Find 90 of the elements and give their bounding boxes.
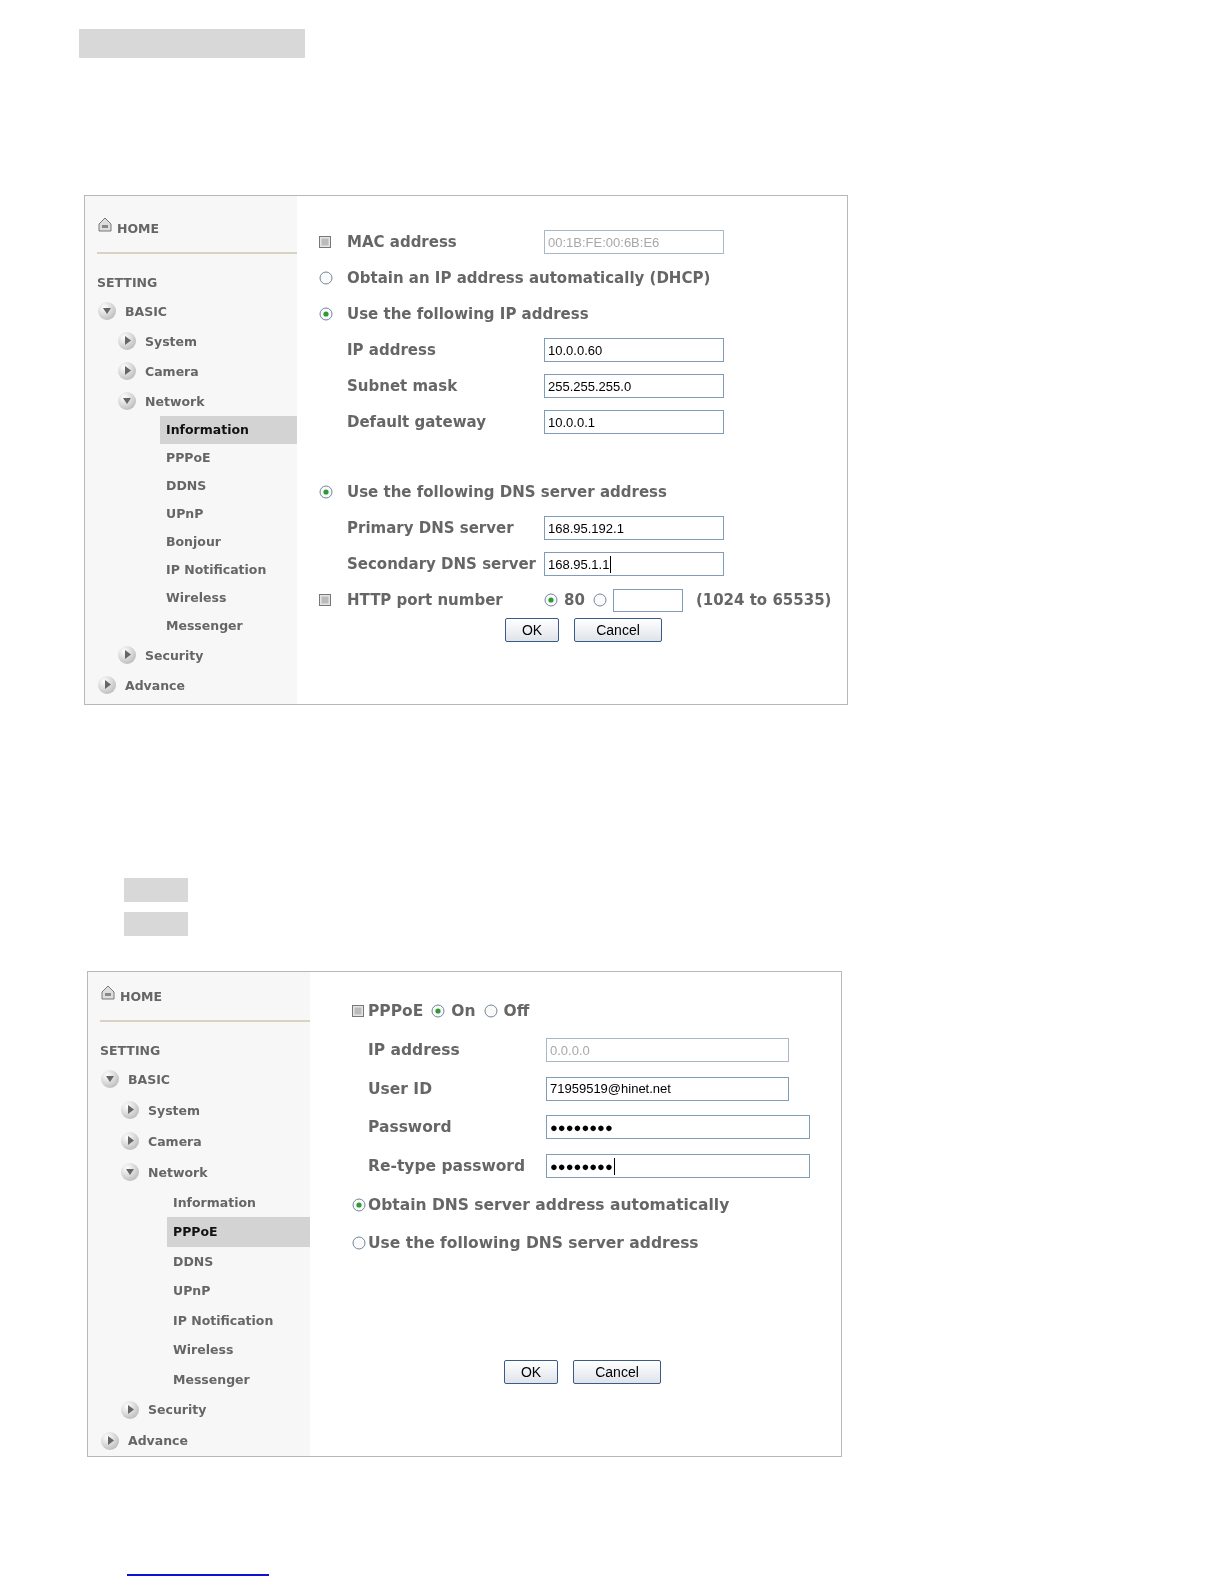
input-field[interactable]: 255.255.255.0 bbox=[544, 374, 724, 398]
field-label: IP address bbox=[347, 341, 437, 359]
radio-button[interactable] bbox=[352, 1197, 366, 1212]
sidebar-item[interactable]: PPPoE bbox=[167, 1217, 310, 1247]
caret-icon[interactable] bbox=[117, 391, 137, 411]
sidebar-item[interactable]: Security bbox=[148, 1402, 207, 1418]
sidebar-item[interactable]: Information bbox=[160, 416, 297, 444]
sidebar-item[interactable]: UPnP bbox=[167, 1276, 310, 1306]
field-label: Secondary DNS server bbox=[347, 555, 537, 573]
sidebar-item[interactable]: Messenger bbox=[167, 1364, 310, 1395]
sidebar-item[interactable]: Messenger bbox=[160, 612, 297, 640]
sidebar-item[interactable]: IP Notification bbox=[167, 1305, 310, 1336]
radio-button[interactable] bbox=[319, 307, 333, 321]
caret-icon[interactable] bbox=[100, 1069, 120, 1090]
input-field[interactable]: 10.0.0.1 bbox=[544, 410, 724, 434]
sidebar-item[interactable]: Information bbox=[167, 1187, 310, 1218]
field-label: Subnet mask bbox=[347, 377, 459, 395]
form-button[interactable]: OK bbox=[504, 1360, 558, 1384]
input-field[interactable]: ●●●●●●●● bbox=[546, 1115, 810, 1140]
field-label: PPPoE bbox=[368, 1002, 424, 1021]
sidebar-item[interactable]: IP Notification bbox=[160, 556, 297, 584]
caret-icon[interactable] bbox=[117, 645, 137, 665]
sidebar-item[interactable]: DDNS bbox=[160, 472, 297, 500]
field-label: Re-type password bbox=[368, 1157, 527, 1176]
field-label: Password bbox=[368, 1118, 453, 1137]
home-icon[interactable] bbox=[97, 216, 113, 232]
radio-button[interactable] bbox=[483, 1004, 498, 1019]
input-field[interactable]: 168.95.1.1 bbox=[544, 552, 724, 576]
sidebar-item[interactable]: System bbox=[145, 333, 198, 349]
caret-icon[interactable] bbox=[120, 1100, 140, 1121]
radio-label[interactable]: On bbox=[451, 1002, 476, 1021]
radio-button[interactable] bbox=[319, 485, 333, 499]
sidebar-item[interactable]: System bbox=[148, 1102, 201, 1118]
radio-label[interactable]: 80 bbox=[564, 591, 585, 609]
radio-label[interactable]: Off bbox=[503, 1002, 530, 1021]
radio-label[interactable]: Use the following DNS server address bbox=[368, 1234, 699, 1253]
caret-icon[interactable] bbox=[100, 1430, 120, 1451]
sidebar-heading: SETTING bbox=[97, 274, 159, 292]
redacted-bar bbox=[124, 878, 188, 902]
form-button[interactable]: OK bbox=[505, 618, 559, 642]
input-field[interactable] bbox=[612, 588, 683, 612]
sidebar-item[interactable]: BASIC bbox=[125, 303, 168, 319]
home-link[interactable]: HOME bbox=[117, 221, 160, 236]
sidebar-heading: SETTING bbox=[100, 1041, 162, 1060]
radio-button[interactable] bbox=[319, 271, 333, 285]
sidebar-item[interactable]: Advance bbox=[128, 1433, 188, 1448]
sidebar-item[interactable]: PPPoE bbox=[160, 444, 297, 472]
sidebar-item[interactable]: Network bbox=[148, 1164, 208, 1180]
form-button[interactable]: Cancel bbox=[574, 618, 662, 642]
input-field[interactable]: 71959519@hinet.net bbox=[546, 1076, 789, 1101]
radio-button[interactable] bbox=[592, 593, 607, 607]
field-label: MAC address bbox=[347, 233, 458, 251]
field-label: Default gateway bbox=[347, 413, 487, 431]
caret-icon[interactable] bbox=[120, 1399, 140, 1420]
caret-icon[interactable] bbox=[120, 1131, 140, 1152]
field-label: Primary DNS server bbox=[347, 519, 515, 537]
radio-button[interactable] bbox=[544, 593, 558, 607]
radio-button[interactable] bbox=[352, 1236, 366, 1251]
home-icon[interactable] bbox=[100, 983, 116, 1000]
radio-label[interactable]: Use the following IP address bbox=[347, 305, 589, 323]
caret-icon[interactable] bbox=[120, 1162, 140, 1183]
sidebar-item[interactable]: UPnP bbox=[160, 500, 297, 528]
input-field[interactable]: ●●●●●●●● bbox=[546, 1154, 810, 1179]
radio-label[interactable]: Obtain an IP address automatically (DHCP) bbox=[347, 269, 711, 287]
sidebar-item[interactable]: Advance bbox=[125, 677, 185, 693]
sidebar-item[interactable]: Wireless bbox=[167, 1335, 310, 1365]
sidebar-item[interactable]: Bonjour bbox=[160, 528, 297, 556]
sidebar-item[interactable]: Camera bbox=[145, 363, 199, 379]
caret-icon[interactable] bbox=[117, 331, 137, 351]
field-label: IP address bbox=[368, 1041, 461, 1060]
sidebar-item[interactable]: Camera bbox=[148, 1133, 202, 1149]
home-link[interactable]: HOME bbox=[120, 988, 163, 1004]
sidebar-item[interactable]: BASIC bbox=[128, 1071, 171, 1087]
caret-icon[interactable] bbox=[117, 361, 137, 381]
redacted-bar bbox=[124, 912, 188, 936]
field-label: User ID bbox=[368, 1079, 433, 1098]
input-field[interactable]: 10.0.0.60 bbox=[544, 338, 724, 362]
caret-icon[interactable] bbox=[97, 675, 117, 695]
range-hint: (1024 to 65535) bbox=[695, 591, 832, 609]
sidebar-item[interactable]: DDNS bbox=[167, 1246, 310, 1277]
caret-icon[interactable] bbox=[97, 301, 117, 321]
sidebar-item[interactable]: Network bbox=[145, 393, 205, 409]
radio-label[interactable]: Use the following DNS server address bbox=[347, 483, 667, 501]
form-button[interactable]: Cancel bbox=[573, 1360, 661, 1384]
radio-button[interactable] bbox=[431, 1004, 446, 1019]
input-field[interactable]: 168.95.192.1 bbox=[544, 516, 724, 540]
field-label: HTTP port number bbox=[347, 591, 504, 609]
sidebar-item[interactable]: Security bbox=[145, 647, 204, 663]
radio-label[interactable]: Obtain DNS server address automatically bbox=[368, 1195, 730, 1214]
sidebar-item[interactable]: Wireless bbox=[160, 584, 297, 612]
